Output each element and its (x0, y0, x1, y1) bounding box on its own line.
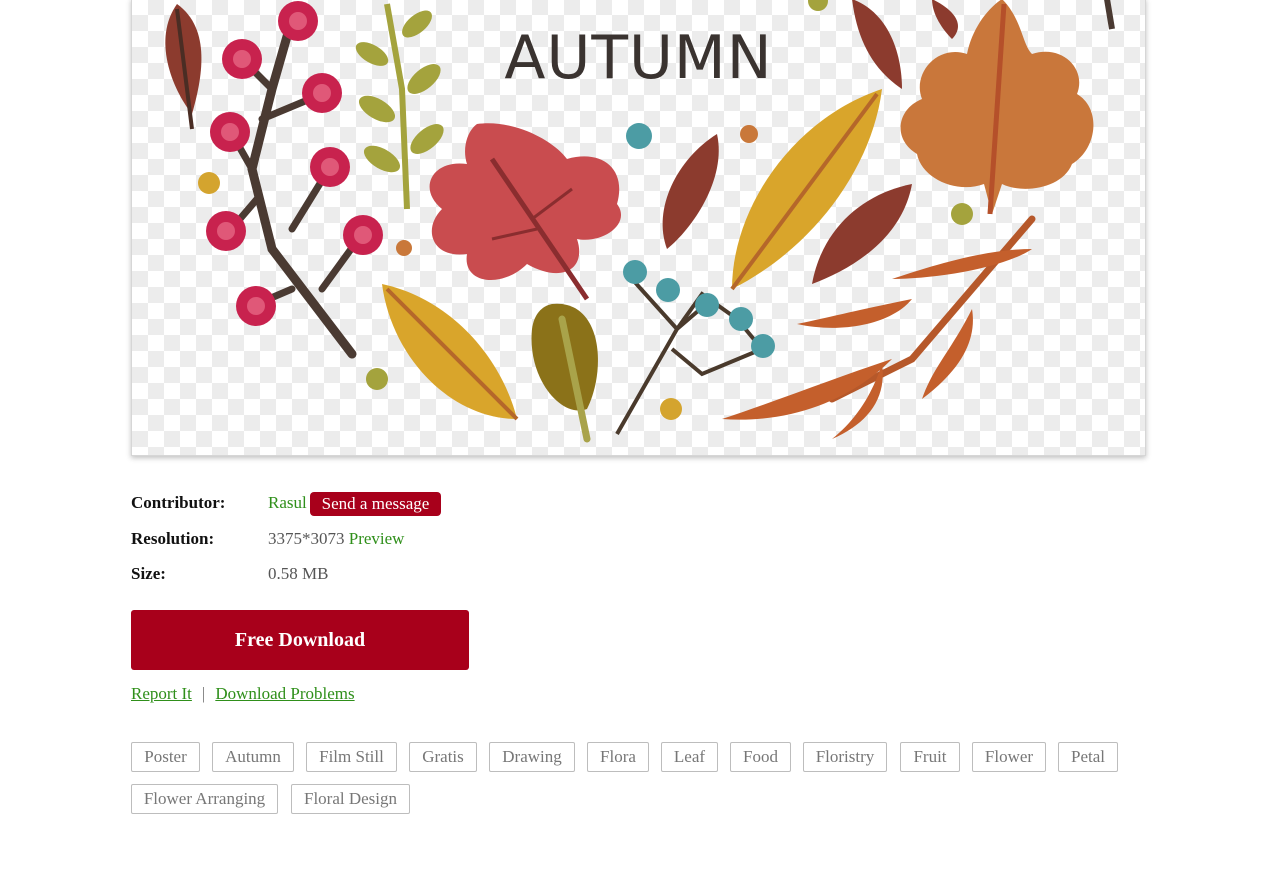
size-label: Size: (131, 564, 166, 583)
tag-petal[interactable]: Petal (1058, 742, 1118, 772)
report-it-link[interactable]: Report It (131, 684, 192, 703)
resolution-value-row: 3375*3073 Preview (268, 529, 404, 549)
tag-floral-design[interactable]: Floral Design (291, 784, 410, 814)
tag-flower-arranging[interactable]: Flower Arranging (131, 784, 278, 814)
preview-link[interactable]: Preview (349, 529, 405, 548)
tag-film-still[interactable]: Film Still (306, 742, 397, 772)
tag-food[interactable]: Food (730, 742, 791, 772)
contributor-name-link[interactable]: Rasul (268, 493, 307, 513)
help-links: Report It | Download Problems (131, 684, 355, 704)
tag-poster[interactable]: Poster (131, 742, 200, 772)
tag-autumn[interactable]: Autumn (212, 742, 294, 772)
tag-flora[interactable]: Flora (587, 742, 649, 772)
tag-leaf[interactable]: Leaf (661, 742, 718, 772)
tag-flower[interactable]: Flower (972, 742, 1046, 772)
tag-floristry[interactable]: Floristry (803, 742, 887, 772)
send-message-button[interactable]: Send a message (310, 492, 441, 516)
download-problems-link[interactable]: Download Problems (215, 684, 354, 703)
size-value: 0.58 MB (268, 564, 329, 583)
preview-title-text: AUTUMN (504, 23, 773, 93)
link-separator: | (201, 684, 206, 703)
tag-fruit[interactable]: Fruit (900, 742, 960, 772)
tag-gratis[interactable]: Gratis (409, 742, 477, 772)
contributor-label: Contributor: (131, 493, 226, 512)
free-download-button[interactable]: Free Download (131, 610, 469, 670)
resolution-value: 3375*3073 (268, 529, 345, 548)
preview-image: AUTUMN (131, 0, 1146, 456)
tag-drawing[interactable]: Drawing (489, 742, 575, 772)
resolution-label: Resolution: (131, 529, 215, 548)
